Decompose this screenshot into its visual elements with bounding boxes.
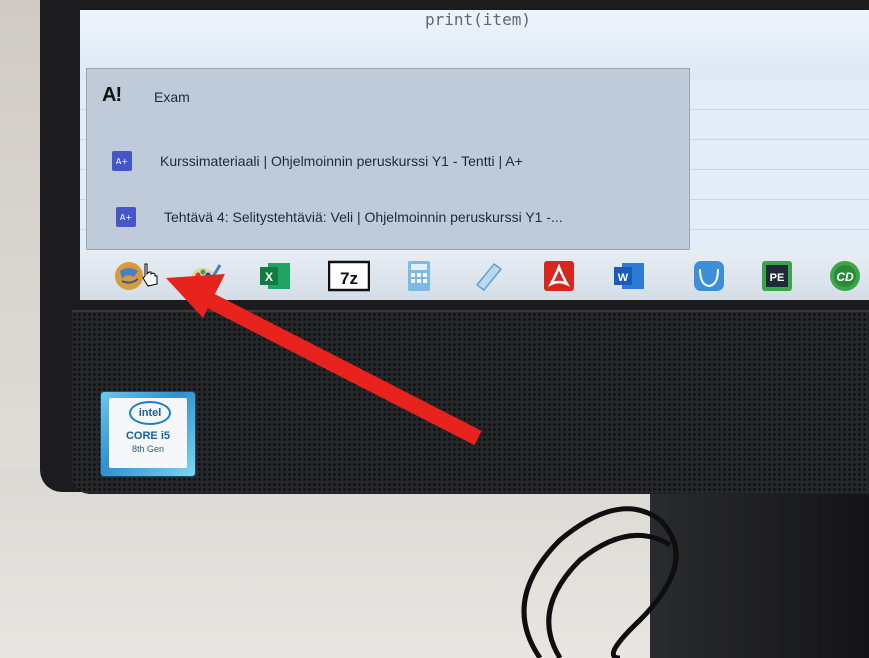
red-arrow-annotation <box>166 274 482 446</box>
photo: print(item) A! Exam A+ Kurssimateriaali … <box>0 0 869 658</box>
